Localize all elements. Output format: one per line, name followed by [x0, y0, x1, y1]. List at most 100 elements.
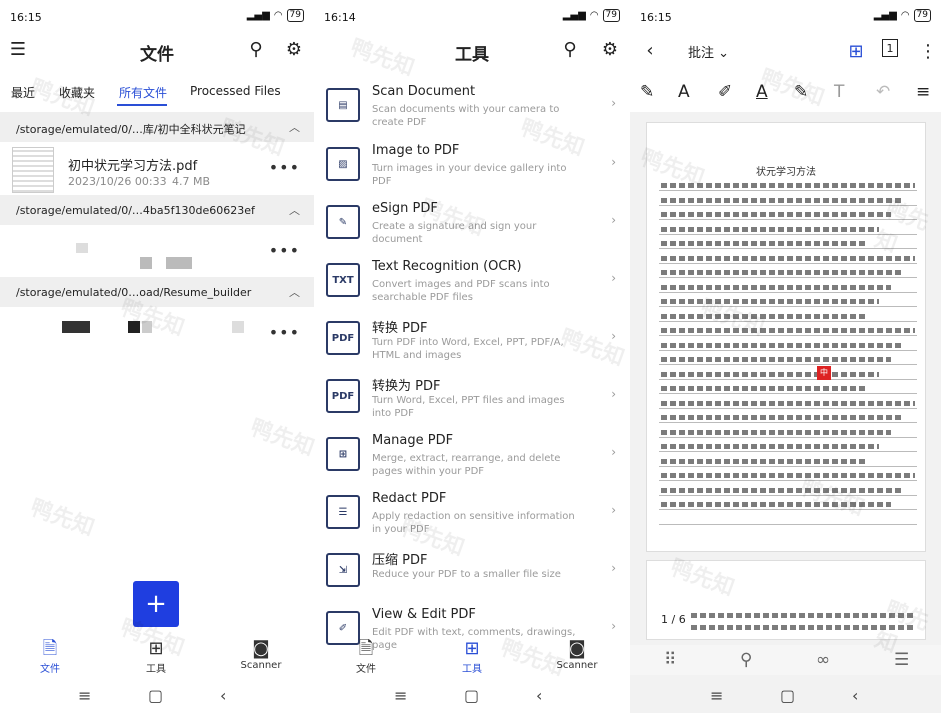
convert-from-pdf-icon: PDF — [326, 321, 360, 355]
back-icon[interactable]: ‹ — [220, 686, 226, 705]
folder-header[interactable]: /storage/emulated/0/…4ba5f130de60623ef ︿ — [0, 195, 314, 225]
ruled-line — [659, 335, 917, 336]
tool-item[interactable]: PDF 转换为 PDF Turn Word, Excel, PPT files an… — [314, 367, 630, 425]
back-icon[interactable]: ‹ — [852, 686, 858, 705]
pdf-page[interactable]: 1 / 6 — [646, 560, 926, 640]
bottom-nav: 🗎 文件 ⊞ 工具 ◙ Scanner — [314, 638, 630, 678]
more-options-icon[interactable]: ••• — [269, 158, 300, 177]
pdf-page[interactable]: 状元学习方法 中 — [646, 122, 926, 552]
chevron-right-icon: › — [611, 619, 616, 633]
nav-files[interactable]: 🗎 文件 — [20, 638, 80, 675]
tab-recent[interactable]: 最近 — [11, 84, 35, 101]
redacted-block — [62, 321, 90, 333]
back-icon[interactable]: ‹ — [536, 686, 542, 705]
home-icon[interactable]: ▢ — [148, 686, 163, 705]
more-options-icon[interactable]: ••• — [269, 323, 300, 342]
home-icon[interactable]: ▢ — [780, 686, 795, 705]
ruled-line — [659, 436, 917, 438]
menu-icon[interactable]: ≡ — [78, 686, 91, 705]
nav-scanner[interactable]: ◙ Scanner — [547, 638, 607, 671]
text-box-icon[interactable]: A — [678, 82, 690, 102]
menu-icon[interactable]: ≡ — [710, 686, 723, 705]
status-bar: 16:15 ▂▄▆ ◠ 79 — [0, 0, 314, 32]
handwriting-line — [661, 197, 903, 203]
tool-description: Merge, extract, rearrange, and delete pa… — [372, 453, 561, 477]
highlighter-icon[interactable]: ✐ — [718, 82, 732, 102]
nav-files[interactable]: 🗎 文件 — [336, 638, 396, 675]
tab-processed-files[interactable]: Processed Files — [190, 84, 281, 98]
chevron-right-icon: › — [611, 271, 616, 285]
free-text-icon[interactable]: T — [834, 82, 844, 102]
handwriting-line — [661, 400, 915, 406]
redacted-block — [142, 321, 152, 333]
chevron-up-icon[interactable]: ︿ — [289, 202, 300, 218]
files-screen: 16:15 ▂▄▆ ◠ 79 ☰ 文件 ⚲ ⚙ 最近 收藏夹 所有文件 Proc… — [0, 0, 314, 713]
ruled-line — [659, 523, 917, 525]
search-icon[interactable]: ⚲ — [558, 37, 582, 61]
convert-to-pdf-icon: PDF — [326, 379, 360, 413]
app-bar: ☰ 文件 ⚲ ⚙ — [0, 32, 314, 70]
redacted-block — [232, 321, 244, 333]
ruled-line — [659, 451, 917, 452]
page-count-badge[interactable]: 1 — [882, 39, 898, 57]
gear-icon[interactable]: ⚙ — [598, 37, 622, 61]
tool-item[interactable]: ☰ Redact PDF Apply redaction on sensitive … — [314, 483, 630, 541]
tool-title: Manage PDF — [372, 433, 454, 448]
search-icon[interactable]: ⚲ — [740, 650, 752, 670]
grid-icon[interactable]: ⠿ — [664, 650, 676, 670]
tool-description: Create a signature and sign your documen… — [372, 221, 537, 245]
file-date: 2023/10/26 00:33 — [68, 175, 167, 188]
search-icon[interactable]: ⚲ — [244, 37, 268, 61]
folder-path: /storage/emulated/0/…库/初中全科状元笔记 — [16, 123, 246, 136]
chevron-up-icon[interactable]: ︿ — [289, 284, 300, 300]
tool-item[interactable]: PDF 转换 PDF Turn PDF into Word, Excel, PPT,… — [314, 309, 630, 367]
status-icons: ▂▄▆ ◠ 79 — [247, 9, 304, 22]
add-button[interactable]: + — [133, 581, 179, 627]
chevron-up-icon[interactable]: ︿ — [289, 119, 300, 135]
redacted-block — [128, 321, 140, 333]
reading-mode-icon[interactable]: ∞ — [816, 650, 830, 670]
menu-icon[interactable]: ≡ — [916, 82, 930, 102]
view-mode-icon[interactable]: ⊞ — [844, 39, 868, 63]
ruled-line — [659, 480, 917, 481]
menu-icon[interactable]: ≡ — [394, 686, 407, 705]
underline-text-icon[interactable]: A — [756, 82, 768, 102]
gear-icon[interactable]: ⚙ — [282, 37, 306, 61]
back-arrow-icon[interactable]: ‹ — [638, 38, 662, 62]
tool-item[interactable]: ⇲ 压缩 PDF Reduce your PDF to a smaller file… — [314, 541, 630, 599]
ruled-line — [659, 364, 917, 365]
system-nav: ≡ ▢ ‹ — [630, 686, 941, 710]
marker-icon[interactable]: ✎ — [794, 82, 808, 102]
more-options-icon[interactable]: ⋮ — [916, 39, 940, 63]
folder-header[interactable]: /storage/emulated/0…oad/Resume_builder ︿ — [0, 277, 314, 307]
folder-header[interactable]: /storage/emulated/0/…库/初中全科状元笔记 ︿ — [0, 112, 314, 142]
file-row-redacted[interactable]: ••• — [0, 225, 314, 281]
handwriting-line — [661, 328, 915, 333]
tool-item[interactable]: ✎ eSign PDF Create a signature and sign yo… — [314, 193, 630, 251]
redacted-block — [166, 257, 192, 269]
tab-all-files[interactable]: 所有文件 — [119, 84, 167, 101]
list-icon[interactable]: ☰ — [894, 650, 909, 670]
chevron-right-icon: › — [611, 96, 616, 110]
tool-item[interactable]: TXT Text Recognition (OCR) Convert images … — [314, 251, 630, 309]
nav-tools[interactable]: ⊞ 工具 — [126, 638, 186, 675]
annotate-screen: 16:15 ▂▄▆ ◠ 79 ‹ 批注 ⌄ ⊞ 1 ⋮ ✎ A ✐ A ✎ T … — [630, 0, 941, 713]
file-row[interactable]: 初中状元学习方法.pdf 2023/10/26 00:33 4.7 MB ••• — [0, 142, 314, 198]
chevron-right-icon: › — [611, 155, 616, 169]
handwriting-line — [661, 342, 903, 348]
chevron-down-icon: ⌄ — [718, 46, 730, 61]
tool-item[interactable]: ⊞ Manage PDF Merge, extract, rearrange, an… — [314, 425, 630, 483]
stamp-mark: 中 — [817, 366, 831, 380]
tab-favorites[interactable]: 收藏夹 — [59, 84, 95, 101]
mode-selector[interactable]: 批注 ⌄ — [688, 42, 729, 61]
pen-icon[interactable]: ✎ — [640, 82, 654, 102]
status-time: 16:15 — [640, 11, 672, 24]
tool-item[interactable]: ▤ Scan Document Scan documents with your c… — [314, 76, 630, 134]
more-options-icon[interactable]: ••• — [269, 241, 300, 260]
nav-tools[interactable]: ⊞ 工具 — [442, 638, 502, 675]
tool-item[interactable]: ▨ Image to PDF Turn images in your device … — [314, 135, 630, 193]
undo-icon[interactable]: ↶ — [876, 82, 890, 102]
nav-scanner[interactable]: ◙ Scanner — [231, 638, 291, 671]
file-row-redacted[interactable]: ••• — [0, 307, 314, 363]
home-icon[interactable]: ▢ — [464, 686, 479, 705]
